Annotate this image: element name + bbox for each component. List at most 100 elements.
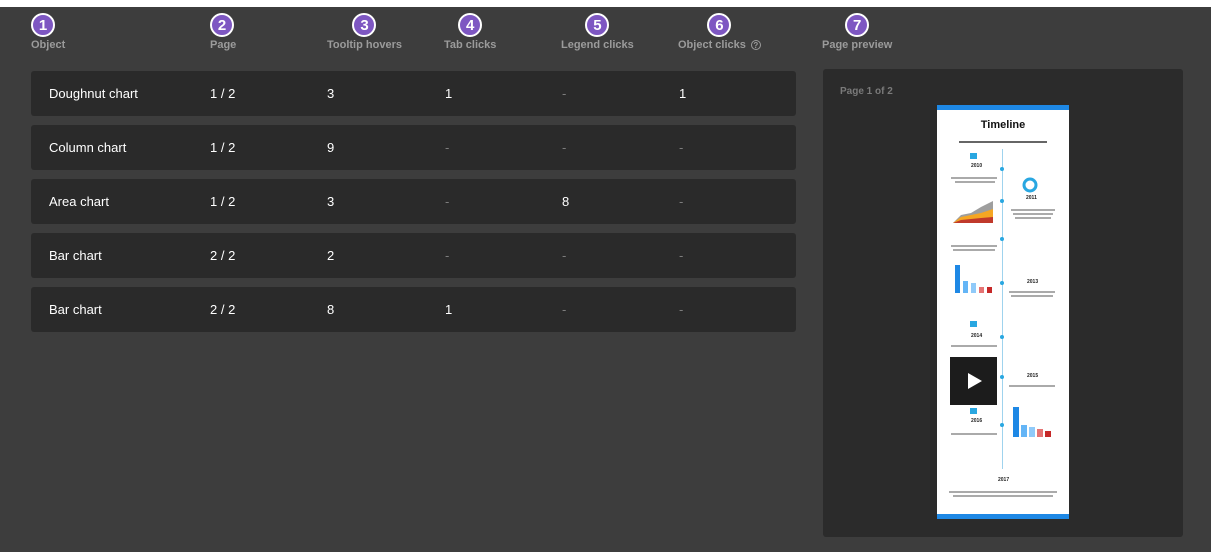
col-header-label: Tab clicks: [444, 39, 497, 51]
flag-icon: [970, 408, 977, 414]
text-line: [951, 245, 997, 247]
text-line: [951, 177, 997, 179]
col-header-page: 2 Page: [210, 13, 236, 51]
col-header-page-preview: 7 Page preview: [822, 13, 892, 51]
text-line: [951, 433, 997, 435]
cell-page: 2 / 2: [210, 248, 236, 263]
top-border: [0, 0, 1211, 7]
step-badge: 7: [845, 13, 870, 37]
text-line: [951, 345, 997, 347]
cell-object: Area chart: [49, 194, 109, 209]
cell-object: Bar chart: [49, 302, 102, 317]
step-badge: 1: [31, 13, 55, 37]
step-badge: 2: [210, 13, 234, 37]
bar: [963, 281, 968, 293]
bar: [1045, 431, 1051, 437]
col-header-label: Object: [31, 39, 66, 51]
play-icon: [968, 373, 982, 389]
cell-page: 2 / 2: [210, 302, 236, 317]
text-line: [1015, 217, 1051, 219]
timeline-dot: [1000, 423, 1004, 427]
col-header-tooltip-hovers: 3 Tooltip hovers: [327, 13, 402, 51]
text-line: [1013, 213, 1053, 215]
col-header-tab-clicks: 4 Tab clicks: [444, 13, 496, 51]
timeline-dot: [1000, 237, 1004, 241]
bar: [1037, 429, 1043, 437]
col-header-label: Legend clicks: [561, 39, 634, 51]
cell-tab-clicks: 1: [445, 302, 453, 317]
text-line: [1009, 385, 1055, 387]
text-line: [955, 181, 995, 183]
step-badge: 5: [585, 13, 610, 37]
cell-object-clicks: 1: [679, 86, 687, 101]
cell-page: 1 / 2: [210, 194, 236, 209]
bar: [1021, 425, 1027, 437]
thumbnail-subtitle: [959, 141, 1047, 143]
bar-chart-thumb: [955, 265, 992, 293]
bar: [979, 287, 984, 293]
col-header-label: Page: [210, 39, 237, 51]
help-icon[interactable]: ?: [750, 40, 761, 50]
cell-object: Bar chart: [49, 248, 102, 263]
cell-page: 1 / 2: [210, 86, 236, 101]
year-label: 2011: [1026, 195, 1037, 201]
doughnut-ring: [1022, 177, 1038, 193]
page-thumbnail[interactable]: Timeline 2010 2011 2013 2014 2015 2016 2…: [937, 105, 1069, 519]
cell-legend-clicks: -: [562, 140, 567, 155]
table-row[interactable]: Doughnut chart 1 / 2 3 1 - 1: [31, 71, 796, 116]
bar: [971, 283, 976, 293]
table-row[interactable]: Column chart 1 / 2 9 - - -: [31, 125, 796, 170]
cell-object-clicks: -: [679, 248, 684, 263]
year-label: 2010: [971, 163, 983, 169]
cell-object-clicks: -: [679, 194, 684, 209]
col-header-label: Object clicks: [678, 39, 746, 51]
year-label: 2015: [1027, 373, 1039, 379]
year-label: 2014: [971, 333, 983, 339]
thumbnail-bottom-bar: [937, 514, 1069, 519]
cell-object: Doughnut chart: [49, 86, 138, 101]
cell-object-clicks: -: [679, 140, 684, 155]
page-preview-label: Page 1 of 2: [840, 86, 893, 97]
area-chart-thumb: [953, 201, 993, 223]
table-row[interactable]: Bar chart 2 / 2 8 1 - -: [31, 287, 796, 332]
timeline-dot: [1000, 199, 1004, 203]
bar: [1013, 407, 1019, 437]
thumbnail-title: Timeline: [980, 119, 1026, 131]
cell-legend-clicks: 8: [562, 194, 570, 209]
cell-tab-clicks: 1: [445, 86, 453, 101]
cell-object: Column chart: [49, 140, 127, 155]
table-row[interactable]: Bar chart 2 / 2 2 - - -: [31, 233, 796, 278]
cell-tooltip-hovers: 9: [327, 140, 335, 155]
cell-tab-clicks: -: [445, 140, 450, 155]
year-label: 2017: [998, 477, 1010, 483]
year-label: 2016: [971, 418, 983, 424]
col-header-label: Page preview: [822, 39, 893, 51]
timeline-line: [1002, 149, 1003, 469]
cell-page: 1 / 2: [210, 140, 236, 155]
cell-legend-clicks: -: [562, 86, 567, 101]
cell-tooltip-hovers: 3: [327, 194, 335, 209]
flag-icon: [970, 153, 977, 159]
cell-tooltip-hovers: 8: [327, 302, 335, 317]
year-label: 2013: [1027, 279, 1039, 285]
bar: [1029, 427, 1035, 437]
page-preview-panel: Page 1 of 2 Timeline 2010 2011 2013 2014…: [823, 69, 1183, 537]
bar: [955, 265, 960, 293]
step-badge: 3: [352, 13, 377, 37]
cell-tooltip-hovers: 3: [327, 86, 335, 101]
col-header-object-clicks: 6 Object clicks ?: [678, 13, 761, 51]
col-header-legend-clicks: 5 Legend clicks: [561, 13, 634, 51]
cell-legend-clicks: -: [562, 248, 567, 263]
bar: [987, 287, 992, 293]
cell-tab-clicks: -: [445, 194, 450, 209]
text-line: [949, 491, 1057, 493]
col-header-label: Tooltip hovers: [327, 39, 402, 51]
video-thumb: [950, 357, 997, 405]
text-line: [1011, 295, 1053, 297]
timeline-dot: [1000, 335, 1004, 339]
doughnut-chart-thumb: [1022, 177, 1038, 193]
col-header-object: 1 Object: [31, 13, 65, 51]
timeline-dot: [1000, 167, 1004, 171]
table-row[interactable]: Area chart 1 / 2 3 - 8 -: [31, 179, 796, 224]
text-line: [953, 495, 1053, 497]
